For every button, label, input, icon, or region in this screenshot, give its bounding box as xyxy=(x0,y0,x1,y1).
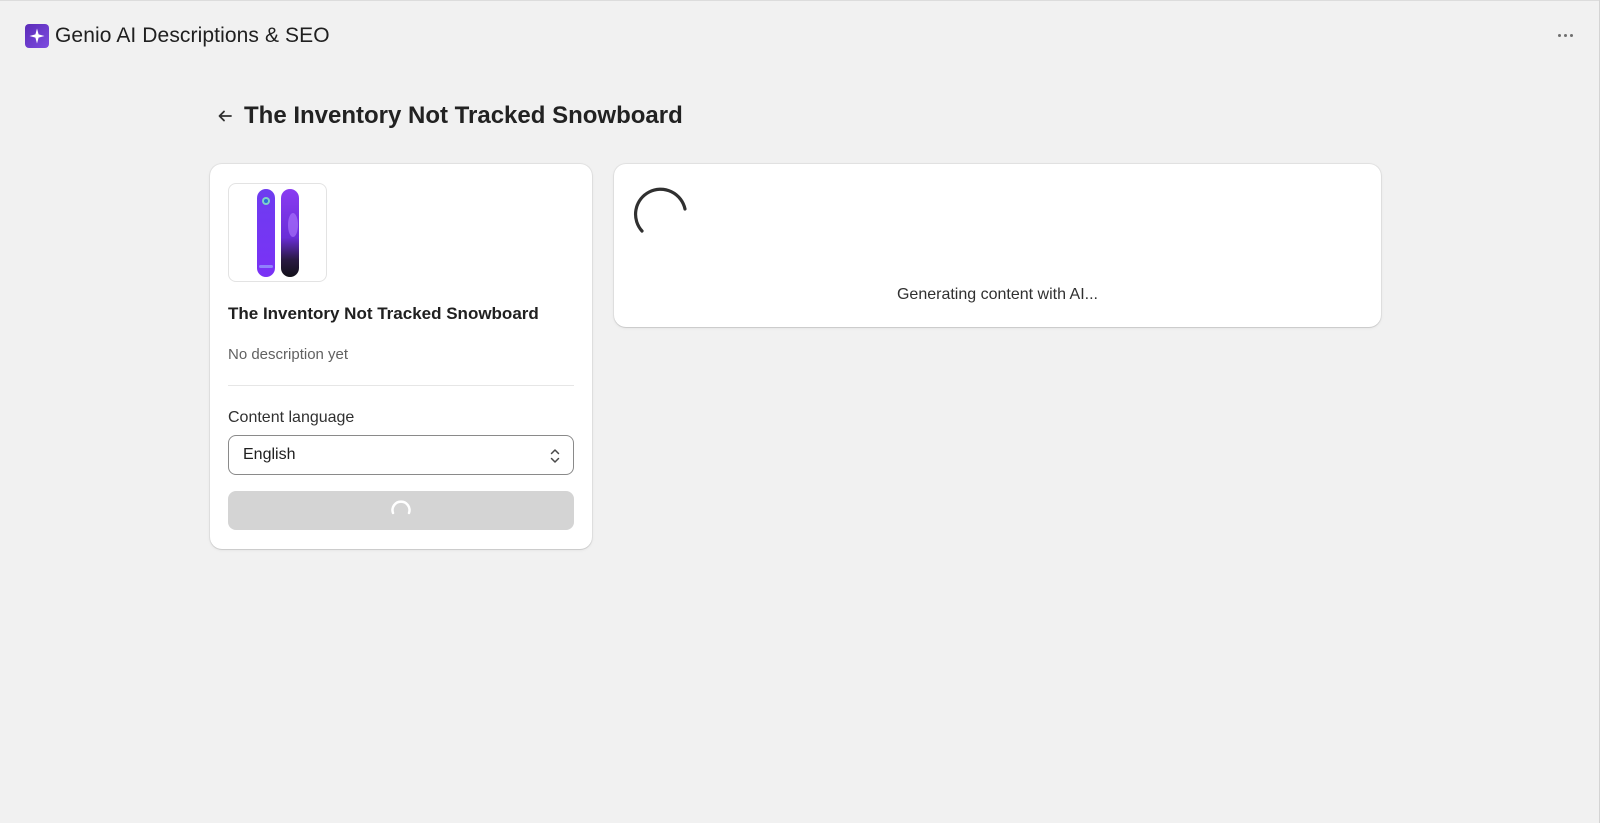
arrow-left-icon xyxy=(218,110,232,122)
divider xyxy=(228,385,574,386)
generate-button[interactable] xyxy=(228,491,574,530)
back-button[interactable] xyxy=(210,101,240,131)
more-dot xyxy=(1563,33,1567,37)
product-thumbnail[interactable] xyxy=(228,183,327,282)
app-header: Genio AI Descriptions & SEO xyxy=(25,16,1600,56)
product-name: The Inventory Not Tracked Snowboard xyxy=(228,304,539,323)
selected-language: English xyxy=(243,446,296,463)
page-heading: The Inventory Not Tracked Snowboard xyxy=(210,97,683,135)
loading-status-text: Generating content with AI... xyxy=(896,286,1098,303)
more-dot xyxy=(1569,33,1573,37)
content-language-label: Content language xyxy=(228,409,355,426)
page-title: The Inventory Not Tracked Snowboard xyxy=(244,102,683,129)
window-top-border xyxy=(0,0,1600,1)
snowboard-image xyxy=(256,188,299,277)
spinner-icon xyxy=(391,499,411,514)
more-horizontal-icon xyxy=(1557,33,1561,37)
content-language-select[interactable]: English xyxy=(228,435,574,475)
select-chevron-icon xyxy=(550,449,560,463)
product-card: The Inventory Not Tracked Snowboard No d… xyxy=(210,164,592,549)
product-description: No description yet xyxy=(228,346,349,363)
sparkle-icon xyxy=(25,24,49,48)
app-title: Genio AI Descriptions & SEO xyxy=(55,24,330,47)
generated-content-card: Generating content with AI... xyxy=(614,164,1381,327)
more-actions-button[interactable] xyxy=(1552,25,1578,45)
loading-spinner-icon xyxy=(634,187,687,233)
